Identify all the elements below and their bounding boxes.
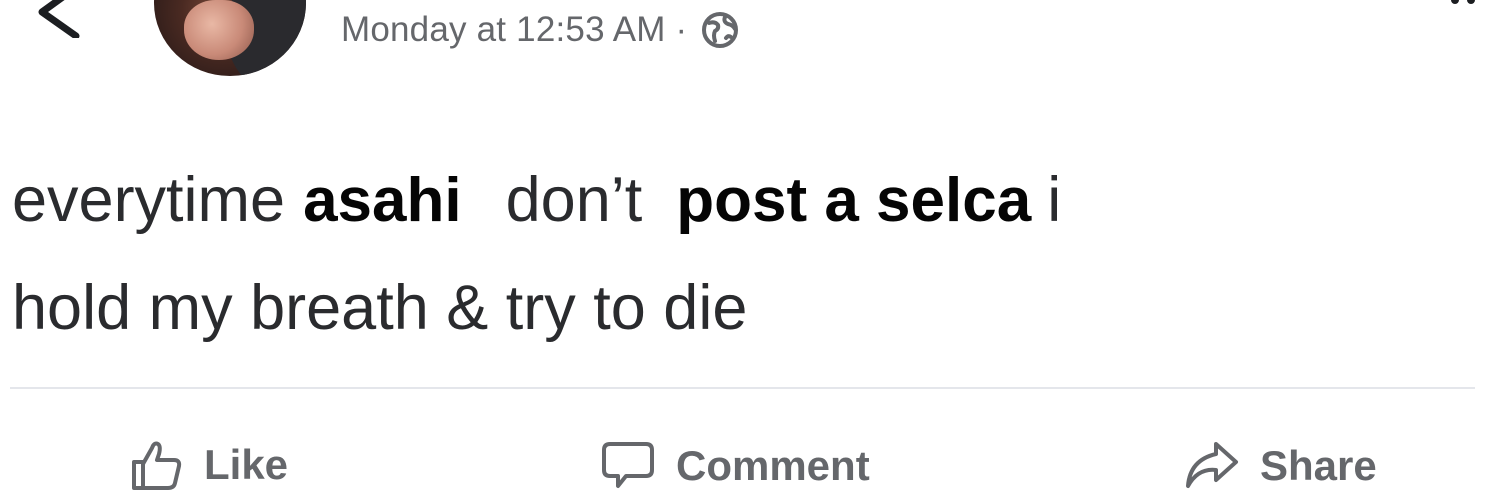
chevron-left-icon[interactable] [28, 0, 88, 38]
more-dots-icon[interactable] [1449, 0, 1479, 10]
post-text-part-2: don’t [505, 165, 643, 235]
post-line-1: everytime asahi don’t post a selca i [12, 146, 1487, 254]
post-timestamp[interactable]: Monday at 12:53 AM [341, 10, 666, 50]
like-button[interactable]: Like [130, 438, 288, 492]
action-bar: Like Comment Share [0, 430, 1497, 499]
comment-button[interactable]: Comment [600, 438, 870, 494]
actions-divider [10, 387, 1475, 389]
avatar[interactable] [154, 0, 306, 76]
post-text-highlight-1: asahi [303, 166, 462, 235]
post-text-highlight-2: post a selca [676, 166, 1032, 235]
comment-label: Comment [676, 442, 870, 489]
post-text-part-3: i [1047, 165, 1062, 235]
share-button[interactable]: Share [1182, 438, 1377, 494]
post-line-2: hold my breath & try to die [12, 273, 748, 343]
like-label: Like [204, 441, 289, 488]
share-label: Share [1260, 442, 1377, 489]
share-arrow-icon [1186, 442, 1238, 488]
facebook-post: Monday at 12:53 AM · everytime asahi don’t… [0, 0, 1497, 499]
meta-separator: · [675, 10, 688, 49]
post-meta: Monday at 12:53 AM · [341, 10, 739, 50]
post-text-part-1: everytime [12, 165, 286, 235]
comment-bubble-icon [602, 442, 654, 488]
thumbs-up-icon [132, 441, 182, 490]
post-body: everytime asahi don’t post a selca i hold my… [12, 146, 1487, 362]
avatar-face [184, 0, 254, 60]
globe-icon[interactable] [701, 11, 739, 49]
